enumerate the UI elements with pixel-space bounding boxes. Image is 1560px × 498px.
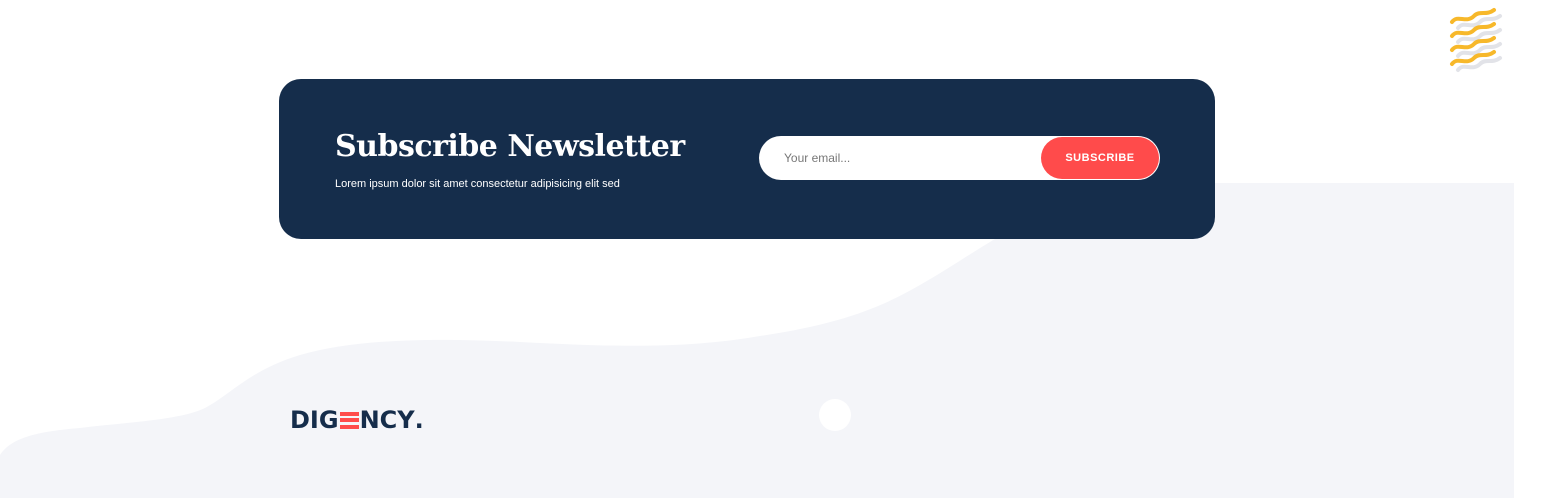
- newsletter-title: Subscribe Newsletter: [335, 129, 685, 164]
- newsletter-form: SUBSCRIBE: [759, 136, 1160, 180]
- newsletter-section: Subscribe Newsletter Lorem ipsum dolor s…: [279, 79, 1215, 239]
- logo-e-mark-icon: [339, 411, 359, 429]
- logo-text-start: DIG: [290, 406, 339, 434]
- newsletter-subtitle: Lorem ipsum dolor sit amet consectetur a…: [335, 178, 620, 190]
- subscribe-button[interactable]: SUBSCRIBE: [1041, 137, 1159, 179]
- footer-logo[interactable]: DIG NCY .: [290, 405, 424, 435]
- squiggle-icon: [1450, 8, 1502, 72]
- logo-dot: .: [414, 406, 424, 434]
- background-wave-shape: [0, 183, 1514, 498]
- email-input[interactable]: [759, 136, 1041, 180]
- logo-text-end: NCY: [359, 406, 415, 434]
- decorative-circle: [819, 399, 851, 431]
